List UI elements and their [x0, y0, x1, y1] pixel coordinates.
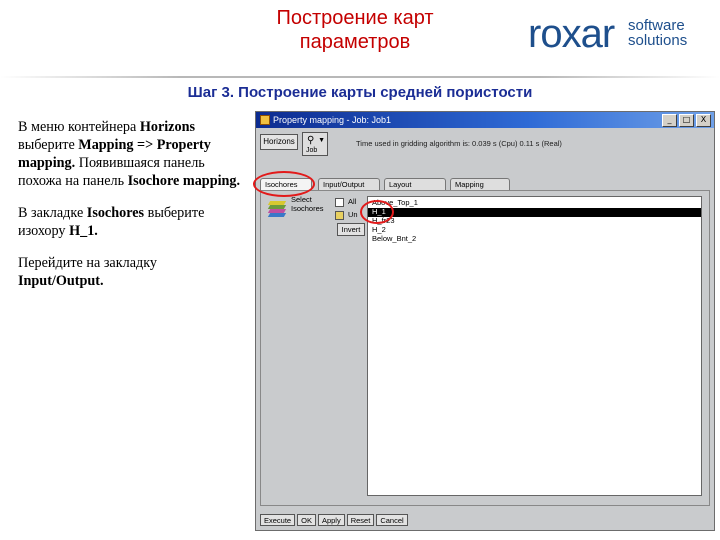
apply-button[interactable]: Apply: [317, 514, 345, 526]
execute-button[interactable]: Execute: [260, 514, 296, 526]
checkbox-un-label: Un: [348, 210, 358, 219]
tab-layout[interactable]: Layout: [384, 178, 446, 190]
p1-horizons: Horizons: [139, 119, 195, 135]
list-item[interactable]: Below_Bnt_2: [368, 234, 701, 244]
slide-title: Построение карт параметров: [200, 6, 510, 54]
title-line-2: параметров: [299, 31, 411, 53]
p1-text-a: В меню контейнера: [18, 119, 140, 135]
instruction-paragraph-3: Перейдите на закладку Input/Output.: [18, 254, 243, 290]
window-titlebar: Property mapping - Job: Job1 _ □ X: [256, 112, 714, 128]
p3-input-output: Input/Output.: [18, 273, 104, 289]
reset-button[interactable]: Reset: [346, 514, 375, 526]
isochores-panel: Select Isochores All Un Invert Above_Top…: [260, 190, 710, 506]
isochore-layers-icon: [267, 199, 287, 217]
p2-isochores: Isochores: [86, 205, 145, 221]
window-app-icon: [260, 115, 270, 125]
horizons-button[interactable]: Horizons: [260, 134, 298, 150]
select-isochores-label: Select Isochores: [291, 195, 324, 213]
logo-tagline-line-1: software: [628, 17, 685, 34]
header-divider: [0, 76, 720, 78]
ok-button[interactable]: OK: [297, 514, 316, 526]
p2-text-a: В закладке: [18, 205, 87, 221]
chevron-down-icon: ▼: [318, 137, 325, 144]
checkbox-all[interactable]: All: [335, 197, 356, 207]
p2-h1: H_1.: [69, 223, 98, 239]
instruction-paragraph-2: В закладке Isochores выберите изохору H_…: [18, 204, 243, 240]
list-item[interactable]: H_2: [368, 225, 701, 235]
window-title: Property mapping - Job: Job1: [273, 115, 392, 125]
select-label-line-1: Select: [291, 195, 312, 204]
time-used-text: Time used in gridding algorithm is: 0.03…: [356, 139, 562, 148]
instructions-text: В меню контейнера Horizons выберите Mapp…: [18, 118, 243, 304]
title-line-1: Построение карт: [276, 7, 434, 29]
checkbox-un[interactable]: Un: [335, 210, 358, 220]
p1-text-c: выберите: [18, 137, 79, 153]
isochore-list[interactable]: Above_Top_1 H_1 H_fr23 H_2 Below_Bnt_2: [367, 196, 702, 496]
tab-mapping[interactable]: Mapping: [450, 178, 510, 190]
property-mapping-window: Property mapping - Job: Job1 _ □ X Horiz…: [253, 111, 715, 531]
logo-word: roxar: [528, 12, 615, 56]
tab-input-output[interactable]: Input/Output: [318, 178, 380, 190]
magnifier-icon: ⚲: [307, 135, 315, 146]
list-item[interactable]: H_fr23: [368, 216, 701, 226]
p1-isochore-mapping: Isochore mapping.: [127, 173, 241, 189]
list-item-selected[interactable]: H_1: [368, 207, 701, 217]
window-controls: _ □ X: [662, 114, 711, 127]
logo-tagline-line-2: solutions: [628, 32, 688, 49]
minimize-button[interactable]: _: [662, 114, 677, 127]
instruction-paragraph-1: В меню контейнера Horizons выберите Mapp…: [18, 118, 243, 190]
select-label-line-2: Isochores: [291, 204, 324, 213]
checkbox-un-box[interactable]: [335, 210, 344, 220]
bottom-button-bar: Execute OK Apply Reset Cancel: [260, 514, 408, 526]
close-button[interactable]: X: [696, 114, 711, 127]
checkbox-all-label: All: [348, 197, 357, 206]
invert-button[interactable]: Invert: [337, 223, 365, 236]
slide-subtitle: Шаг 3. Построение карты средней пористос…: [187, 84, 533, 101]
roxar-logo: roxar software solutions: [528, 12, 708, 56]
maximize-button[interactable]: □: [679, 114, 694, 127]
p3-text-a: Перейдите на закладку: [18, 255, 157, 271]
list-item[interactable]: Above_Top_1: [368, 198, 701, 208]
cancel-button[interactable]: Cancel: [376, 514, 408, 526]
highlight-circle-isochores-tab: [253, 171, 315, 197]
checkbox-all-box[interactable]: [335, 197, 344, 207]
highlight-circle-h1-item: [360, 200, 394, 224]
job-label: Job: [306, 147, 318, 154]
logo-tagline: software solutions: [628, 18, 687, 48]
job-selector[interactable]: ⚲ ▼ Job: [302, 132, 328, 156]
